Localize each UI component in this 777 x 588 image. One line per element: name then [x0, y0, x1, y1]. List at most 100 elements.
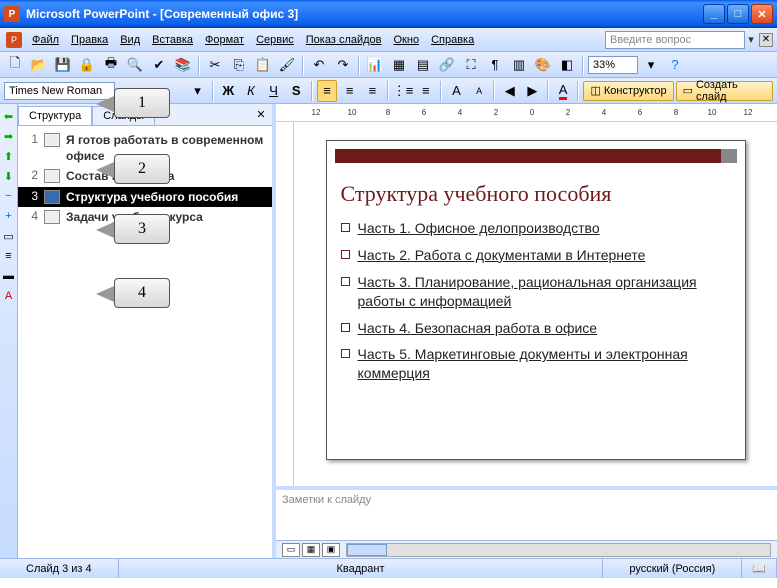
grid-icon[interactable]: ▥	[508, 54, 530, 76]
bullet-text: Часть 4. Безопасная работа в офисе	[358, 319, 598, 338]
notes-pane[interactable]: Заметки к слайду	[276, 486, 777, 540]
italic-icon[interactable]: К	[241, 80, 262, 102]
open-icon[interactable]: 📂	[28, 54, 50, 76]
minimize-button[interactable]: _	[703, 4, 725, 24]
increase-font-icon[interactable]: A	[446, 80, 467, 102]
callout-2: 2	[114, 154, 170, 184]
status-template: Квадрант	[119, 559, 604, 578]
slideshow-view-icon[interactable]: ▣	[322, 543, 340, 557]
save-icon[interactable]: 💾	[52, 54, 74, 76]
slide-body[interactable]: Часть 1. Офисное делопроизводство Часть …	[341, 219, 731, 383]
designer-button[interactable]: ◫ Конструктор	[583, 81, 673, 101]
doc-close-button[interactable]: ✕	[759, 33, 773, 47]
align-right-icon[interactable]: ≡	[362, 80, 383, 102]
slide-number: 1	[24, 132, 38, 164]
summary-icon[interactable]: ▬	[1, 268, 17, 284]
new-slide-button[interactable]: ▭ Создать слайд	[676, 81, 774, 101]
spellcheck-icon[interactable]: ✔	[148, 54, 170, 76]
show-format-icon[interactable]: A	[1, 288, 17, 304]
research-icon[interactable]: 📚	[172, 54, 194, 76]
tables-borders-icon[interactable]: ▤	[412, 54, 434, 76]
bold-icon[interactable]: Ж	[218, 80, 239, 102]
scroll-thumb[interactable]	[347, 544, 387, 556]
increase-indent-icon[interactable]: ▶	[522, 80, 543, 102]
menu-view[interactable]: Вид	[114, 31, 146, 49]
maximize-button[interactable]: □	[727, 4, 749, 24]
new-slide-label: Создать слайд	[696, 79, 766, 103]
help-dropdown-icon[interactable]: ▾	[745, 33, 757, 46]
menu-insert[interactable]: Вставка	[146, 31, 199, 49]
menu-file[interactable]: Файл	[26, 31, 65, 49]
expand-icon[interactable]: ⛶	[460, 54, 482, 76]
copy-icon[interactable]: ⎘	[228, 54, 250, 76]
print-icon[interactable]: 🖶	[100, 54, 122, 76]
zoom-dropdown-icon[interactable]: ▾	[640, 54, 662, 76]
app-icon: P	[4, 6, 20, 22]
grayscale-icon[interactable]: ◧	[556, 54, 578, 76]
slide-thumb-icon	[44, 133, 60, 147]
numbering-icon[interactable]: ⋮≡	[393, 80, 414, 102]
format-painter-icon[interactable]: 🖌	[276, 54, 298, 76]
horizontal-scrollbar[interactable]	[346, 543, 771, 557]
paste-icon[interactable]: 📋	[252, 54, 274, 76]
menu-tools[interactable]: Сервис	[250, 31, 300, 49]
expand2-icon[interactable]: +	[1, 208, 17, 224]
slide-canvas[interactable]: Структура учебного пособия Часть 1. Офис…	[294, 122, 777, 486]
new-icon[interactable]: 🗋	[4, 54, 26, 76]
menu-window[interactable]: Окно	[388, 31, 426, 49]
chart-icon[interactable]: 📊	[364, 54, 386, 76]
size-dropdown-icon[interactable]: ▾	[187, 80, 208, 102]
demote-icon[interactable]: ➡	[1, 128, 17, 144]
collapse-all-icon[interactable]: ▭	[1, 228, 17, 244]
help-icon[interactable]: ?	[664, 54, 686, 76]
standard-toolbar: 🗋 📂 💾 🔒 🖶 🔍 ✔ 📚 ✂ ⎘ 📋 🖌 ↶ ↷ 📊 ▦ ▤ 🔗 ⛶ ¶ …	[0, 52, 777, 78]
slide[interactable]: Структура учебного пособия Часть 1. Офис…	[326, 140, 746, 460]
hyperlink-icon[interactable]: 🔗	[436, 54, 458, 76]
bullets-icon[interactable]: ≡	[415, 80, 436, 102]
slide-thumb-icon	[44, 169, 60, 183]
help-search-input[interactable]: Введите вопрос	[605, 31, 745, 49]
outline-item-selected[interactable]: 3 Структура учебного пособия	[18, 187, 272, 207]
menu-edit[interactable]: Правка	[65, 31, 114, 49]
bullet-icon	[341, 223, 350, 232]
shadow-icon[interactable]: S	[286, 80, 307, 102]
move-down-icon[interactable]: ⬇	[1, 168, 17, 184]
normal-view-icon[interactable]: ▭	[282, 543, 300, 557]
menu-help[interactable]: Справка	[425, 31, 480, 49]
preview-icon[interactable]: 🔍	[124, 54, 146, 76]
font-color-icon[interactable]: A	[553, 80, 574, 102]
align-center-icon[interactable]: ≡	[339, 80, 360, 102]
tab-structure[interactable]: Структура	[18, 106, 92, 125]
zoom-input[interactable]: 33%	[588, 56, 638, 74]
callout-4: 4	[114, 278, 170, 308]
slide-decor	[335, 149, 737, 163]
slide-title[interactable]: Структура учебного пособия	[341, 181, 731, 207]
status-slide: Слайд 3 из 4	[0, 559, 119, 578]
menu-show[interactable]: Показ слайдов	[300, 31, 388, 49]
status-spellcheck-icon[interactable]: 📖	[742, 559, 777, 578]
doc-icon[interactable]: P	[6, 32, 22, 48]
redo-icon[interactable]: ↷	[332, 54, 354, 76]
underline-icon[interactable]: Ч	[263, 80, 284, 102]
close-button[interactable]: ✕	[751, 4, 773, 24]
collapse-icon[interactable]: −	[1, 188, 17, 204]
move-up-icon[interactable]: ⬆	[1, 148, 17, 164]
promote-icon[interactable]: ⬅	[1, 108, 17, 124]
undo-icon[interactable]: ↶	[308, 54, 330, 76]
new-slide-icon: ▭	[683, 84, 693, 97]
permission-icon[interactable]: 🔒	[76, 54, 98, 76]
cut-icon[interactable]: ✂	[204, 54, 226, 76]
sorter-view-icon[interactable]: ▦	[302, 543, 320, 557]
decrease-font-icon[interactable]: A	[469, 80, 490, 102]
expand-all-icon[interactable]: ≡	[1, 248, 17, 264]
align-left-icon[interactable]: ≡	[317, 80, 338, 102]
bullet-text: Часть 2. Работа с документами в Интернет…	[358, 246, 646, 265]
color-icon[interactable]: 🎨	[532, 54, 554, 76]
outlining-toolbar: ⬅ ➡ ⬆ ⬇ − + ▭ ≡ ▬ A	[0, 104, 18, 558]
show-formatting-icon[interactable]: ¶	[484, 54, 506, 76]
decrease-indent-icon[interactable]: ◀	[499, 80, 520, 102]
pane-close-icon[interactable]: ✕	[254, 107, 268, 121]
status-language[interactable]: русский (Россия)	[603, 559, 742, 578]
menu-format[interactable]: Формат	[199, 31, 250, 49]
table-icon[interactable]: ▦	[388, 54, 410, 76]
